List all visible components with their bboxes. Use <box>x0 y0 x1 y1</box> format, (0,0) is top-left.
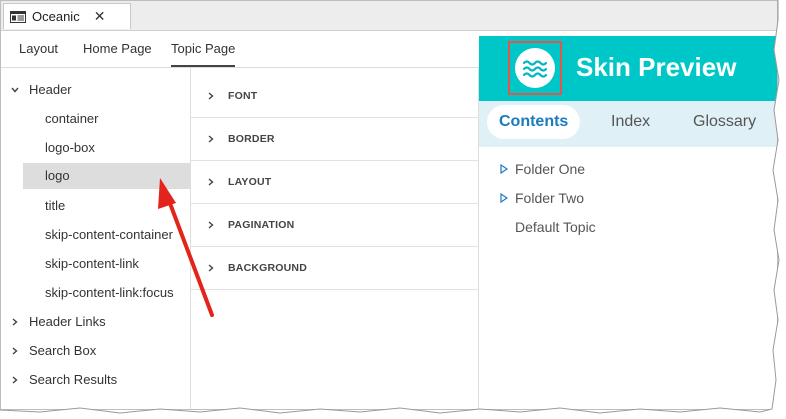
tree-item-skip-content-link-focus[interactable]: skip-content-link:focus <box>45 280 174 306</box>
tree-item-label: logo <box>45 168 70 183</box>
tree-item-title[interactable]: title <box>45 193 65 219</box>
chevron-right-icon <box>12 376 18 384</box>
chevron-right-icon <box>208 221 214 229</box>
chevron-right-icon <box>12 318 18 326</box>
tree-item-search-box[interactable]: Search Box <box>1 338 190 364</box>
tab-home-page[interactable]: Home Page <box>83 41 152 65</box>
preview-tab-index[interactable]: Index <box>611 113 650 131</box>
document-tab-strip: Oceanic ✕ <box>1 1 777 31</box>
preview-tab-glossary[interactable]: Glossary <box>693 113 756 131</box>
triangle-right-icon[interactable] <box>500 193 508 203</box>
preview-tab-contents[interactable]: Contents <box>487 105 581 139</box>
document-tab-title: Oceanic <box>32 9 80 24</box>
property-sections: FONT BORDER LAYOUT PAGINATION BACKGROUND <box>191 68 479 409</box>
triangle-right-icon[interactable] <box>500 164 508 174</box>
preview-header: Skin Preview <box>479 36 777 101</box>
style-tree: Header container logo-box logo title ski… <box>1 68 191 409</box>
tree-item-logo[interactable]: logo <box>23 163 190 189</box>
tree-item-container[interactable]: container <box>45 106 98 132</box>
logo <box>515 48 555 88</box>
tab-layout[interactable]: Layout <box>19 41 58 65</box>
tab-topic-page[interactable]: Topic Page <box>171 41 236 67</box>
chevron-right-icon <box>208 92 214 100</box>
preview-tabs-bar: Contents Index Glossary <box>479 101 777 147</box>
tree-item-label: skip-content-link <box>45 256 139 271</box>
section-label: PAGINATION <box>228 219 295 231</box>
tree-item-label: logo-box <box>45 140 95 155</box>
toc-item-folder-two[interactable]: Folder Two <box>515 190 584 206</box>
window-icon <box>10 10 26 23</box>
toc-item-folder-one[interactable]: Folder One <box>515 161 585 177</box>
section-font[interactable]: FONT <box>191 75 479 118</box>
tree-item-logo-box[interactable]: logo-box <box>45 135 95 161</box>
tree-item-header[interactable]: Header <box>1 77 190 103</box>
section-label: LAYOUT <box>228 176 272 188</box>
section-label: FONT <box>228 90 258 102</box>
tree-item-label: Header <box>29 82 72 97</box>
editor-subtabs: Layout Home Page Topic Page <box>1 31 479 68</box>
tree-item-label: Search Results <box>29 372 118 387</box>
tree-item-label: title <box>45 198 66 213</box>
preview-title: Skin Preview <box>576 52 737 82</box>
tree-item-label: container <box>45 111 99 126</box>
tree-item-skip-content-link[interactable]: skip-content-link <box>45 251 139 277</box>
document-tab-oceanic[interactable]: Oceanic ✕ <box>3 3 131 29</box>
tree-item-search-results[interactable]: Search Results <box>1 367 190 393</box>
section-layout[interactable]: LAYOUT <box>191 161 479 204</box>
chevron-down-icon <box>11 87 19 93</box>
chevron-right-icon <box>208 178 214 186</box>
waves-icon <box>522 60 548 78</box>
screenshot: Oceanic ✕ Layout Home Page Topic Page He… <box>0 0 786 419</box>
chevron-right-icon <box>208 264 214 272</box>
tree-item-header-links[interactable]: Header Links <box>1 309 190 335</box>
skin-preview-pane: Skin Preview Contents Index Glossary Fol… <box>479 36 777 409</box>
section-pagination[interactable]: PAGINATION <box>191 204 479 247</box>
logo-highlight-box[interactable] <box>508 41 562 95</box>
toc-item-default-topic[interactable]: Default Topic <box>515 219 596 235</box>
tree-item-skip-content-container[interactable]: skip-content-container <box>45 222 173 248</box>
section-label: BACKGROUND <box>228 262 307 274</box>
chevron-right-icon <box>12 347 18 355</box>
skin-editor-window: Oceanic ✕ Layout Home Page Topic Page He… <box>0 0 778 410</box>
tree-item-label: Header Links <box>29 314 106 329</box>
section-border[interactable]: BORDER <box>191 118 479 161</box>
close-icon[interactable]: ✕ <box>94 8 106 25</box>
tree-item-label: skip-content-container <box>45 227 173 242</box>
section-background[interactable]: BACKGROUND <box>191 247 479 290</box>
section-label: BORDER <box>228 133 275 145</box>
tree-item-label: skip-content-link:focus <box>45 285 174 300</box>
tree-item-label: Search Box <box>29 343 97 358</box>
chevron-right-icon <box>208 135 214 143</box>
